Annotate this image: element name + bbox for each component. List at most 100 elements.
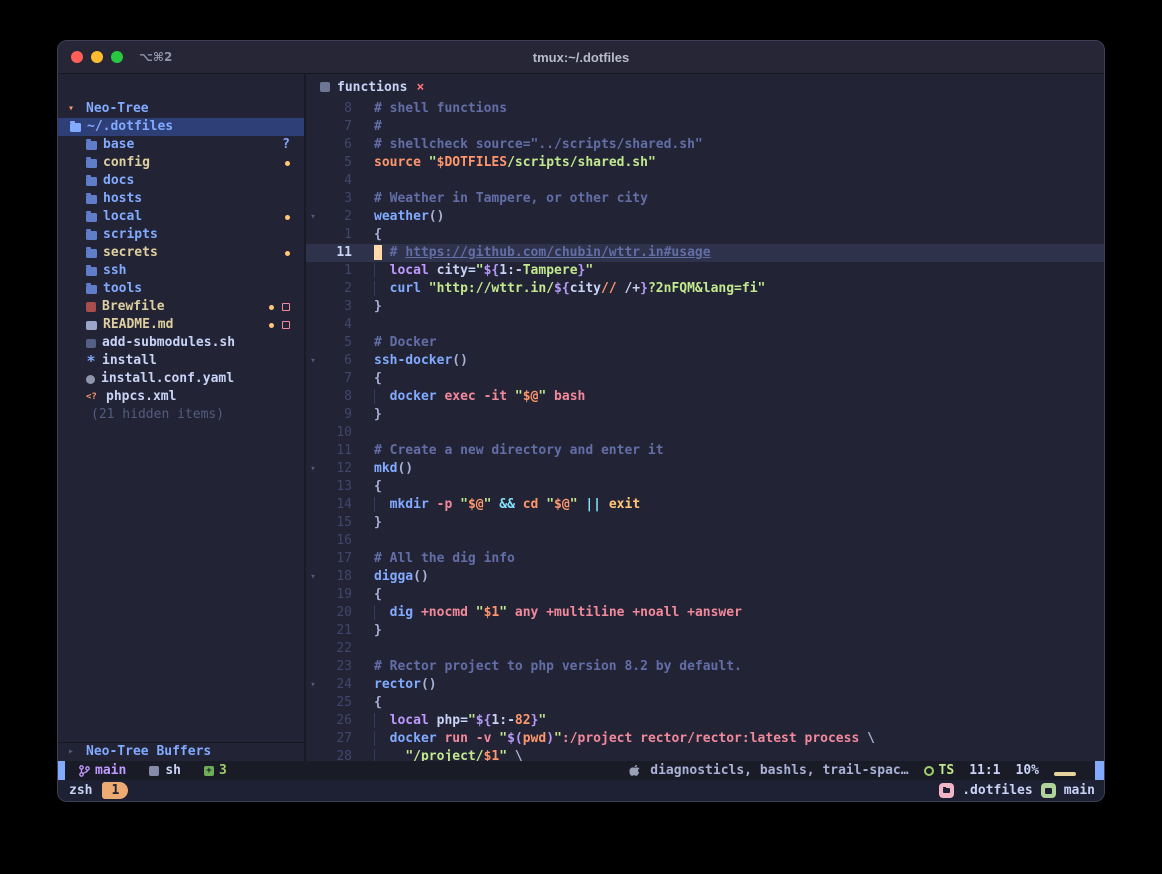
line-number: 8: [320, 388, 352, 406]
code-line[interactable]: 8# shell functions: [306, 100, 1104, 118]
fold-chevron-icon[interactable]: ▾: [306, 352, 320, 370]
line-number: 15: [320, 514, 352, 532]
tree-item-dotfiles[interactable]: ~/.dotfiles: [58, 118, 304, 136]
folder-icon: [86, 213, 97, 222]
tree-item-config[interactable]: config: [58, 154, 304, 172]
tree-item-secrets[interactable]: secrets: [58, 244, 304, 262]
filetype-segment: sh: [149, 763, 181, 778]
code-line[interactable]: 1{: [306, 226, 1104, 244]
minimize-window-button[interactable]: [91, 51, 103, 63]
code-line[interactable]: 9}: [306, 406, 1104, 424]
code-line[interactable]: 7{: [306, 370, 1104, 388]
code-line[interactable]: 20 dig +nocmd "$1" any +multiline +noall…: [306, 604, 1104, 622]
code-token: //: [601, 281, 617, 296]
code-line[interactable]: 5source "$DOTFILES/scripts/shared.sh": [306, 154, 1104, 172]
code-token: # Docker: [374, 335, 437, 350]
code-line[interactable]: 14 mkdir -p "$@" && cd "$@" || exit: [306, 496, 1104, 514]
tree-item-brewfile[interactable]: Brewfile: [58, 298, 304, 316]
code-line[interactable]: 22: [306, 640, 1104, 658]
code-token: [679, 605, 687, 620]
code-line[interactable]: 11# Create a new directory and enter it: [306, 442, 1104, 460]
code-line[interactable]: 27 docker run -v "$(pwd)":/project recto…: [306, 730, 1104, 748]
code-line[interactable]: 11 # https://github.com/chubin/wttr.in#u…: [306, 244, 1104, 262]
progress-bar: [1054, 772, 1076, 776]
code-line[interactable]: ▾2weather(): [306, 208, 1104, 226]
code-line[interactable]: 5# Docker: [306, 334, 1104, 352]
code-line[interactable]: 21}: [306, 622, 1104, 640]
tmux-window-name[interactable]: zsh: [69, 783, 92, 798]
tmux-session-name[interactable]: .dotfiles: [962, 783, 1032, 798]
tree-item-install[interactable]: install: [58, 352, 304, 370]
line-number: 8: [320, 100, 352, 118]
tree-item-base[interactable]: base?: [58, 136, 304, 154]
tree-item-ssh[interactable]: ssh: [58, 262, 304, 280]
tmux-window-index-badge[interactable]: 1: [102, 782, 128, 799]
zoom-window-button[interactable]: [111, 51, 123, 63]
brew-icon: [86, 302, 96, 312]
neo-tree-buffers-header[interactable]: ▸ Neo-Tree Buffers: [58, 742, 304, 761]
code-line[interactable]: 16: [306, 532, 1104, 550]
code-line[interactable]: 4: [306, 172, 1104, 190]
code-text: docker run -v "$(pwd)":/project rector/r…: [352, 730, 875, 748]
code-token: (): [421, 677, 437, 692]
code-line[interactable]: ▾24rector(): [306, 676, 1104, 694]
code-line[interactable]: 10: [306, 424, 1104, 442]
folder-icon: [86, 177, 97, 186]
code-token: \: [515, 749, 523, 761]
code-line[interactable]: 7#: [306, 118, 1104, 136]
tree-item-docs[interactable]: docs: [58, 172, 304, 190]
code-line[interactable]: 23# Rector project to php version 8.2 by…: [306, 658, 1104, 676]
tree-item-local[interactable]: local: [58, 208, 304, 226]
tab-close-icon[interactable]: ×: [416, 80, 424, 95]
tree-note[interactable]: (21 hidden items): [58, 406, 304, 424]
code-line[interactable]: 28 "/project/$1" \: [306, 748, 1104, 761]
code-line[interactable]: ▾12mkd(): [306, 460, 1104, 478]
xml-icon: [86, 388, 100, 406]
close-window-button[interactable]: [71, 51, 83, 63]
code-line[interactable]: 19{: [306, 586, 1104, 604]
code-line[interactable]: ▾18digga(): [306, 568, 1104, 586]
neo-tree-header[interactable]: ▾ Neo-Tree: [58, 100, 304, 118]
scrollbar-block[interactable]: [1095, 761, 1104, 780]
git-dot-badge: [269, 305, 274, 310]
code-token: bash: [554, 389, 585, 404]
fold-chevron-icon[interactable]: ▾: [306, 460, 320, 478]
code-line[interactable]: 15}: [306, 514, 1104, 532]
code-line[interactable]: ▾6ssh-docker(): [306, 352, 1104, 370]
code-line[interactable]: 4: [306, 316, 1104, 334]
code-line[interactable]: 25{: [306, 694, 1104, 712]
tab-functions[interactable]: functions: [337, 80, 407, 95]
tree-item-readme-md[interactable]: README.md: [58, 316, 304, 334]
code-token: docker: [390, 731, 437, 746]
cursor-position: 11:1: [969, 763, 1000, 778]
line-number: 4: [320, 316, 352, 334]
code-token: ${: [476, 713, 492, 728]
git-question-badge: ?: [282, 136, 290, 154]
code-line[interactable]: 3}: [306, 298, 1104, 316]
fold-chevron-icon[interactable]: ▾: [306, 208, 320, 226]
code-line[interactable]: 17# All the dig info: [306, 550, 1104, 568]
tree-item-scripts[interactable]: scripts: [58, 226, 304, 244]
code-line[interactable]: 26 local php="${1:-82}": [306, 712, 1104, 730]
code-line[interactable]: 13{: [306, 478, 1104, 496]
tree-item-add-submodules-sh[interactable]: add-submodules.sh: [58, 334, 304, 352]
tree-item-phpcs-xml[interactable]: phpcs.xml: [58, 388, 304, 406]
code-line[interactable]: 6# shellcheck source="../scripts/shared.…: [306, 136, 1104, 154]
git-branch-name: main: [95, 763, 126, 778]
code-token: +nocmd: [421, 605, 468, 620]
code-line[interactable]: 2 curl "http://wttr.in/${city// /+}?2nFQ…: [306, 280, 1104, 298]
fold-chevron-icon[interactable]: ▾: [306, 568, 320, 586]
code-token: # Weather in Tampere, or other city: [374, 191, 648, 206]
code-token: ": [429, 155, 437, 170]
code-line[interactable]: 1 local city="${1:-Tampere}": [306, 262, 1104, 280]
code-text: # Create a new directory and enter it: [352, 442, 664, 460]
tree-item-tools[interactable]: tools: [58, 280, 304, 298]
code-line[interactable]: 3# Weather in Tampere, or other city: [306, 190, 1104, 208]
tree-item-hosts[interactable]: hosts: [58, 190, 304, 208]
fold-chevron-icon[interactable]: ▾: [306, 676, 320, 694]
tmux-statusbar: zsh 1 .dotfiles main: [58, 780, 1104, 801]
folder-icon: [86, 267, 97, 276]
code-area[interactable]: 8# shell functions7#6# shellcheck source…: [306, 100, 1104, 761]
code-line[interactable]: 8 docker exec -it "$@" bash: [306, 388, 1104, 406]
tree-item-install-conf-yaml[interactable]: install.conf.yaml: [58, 370, 304, 388]
